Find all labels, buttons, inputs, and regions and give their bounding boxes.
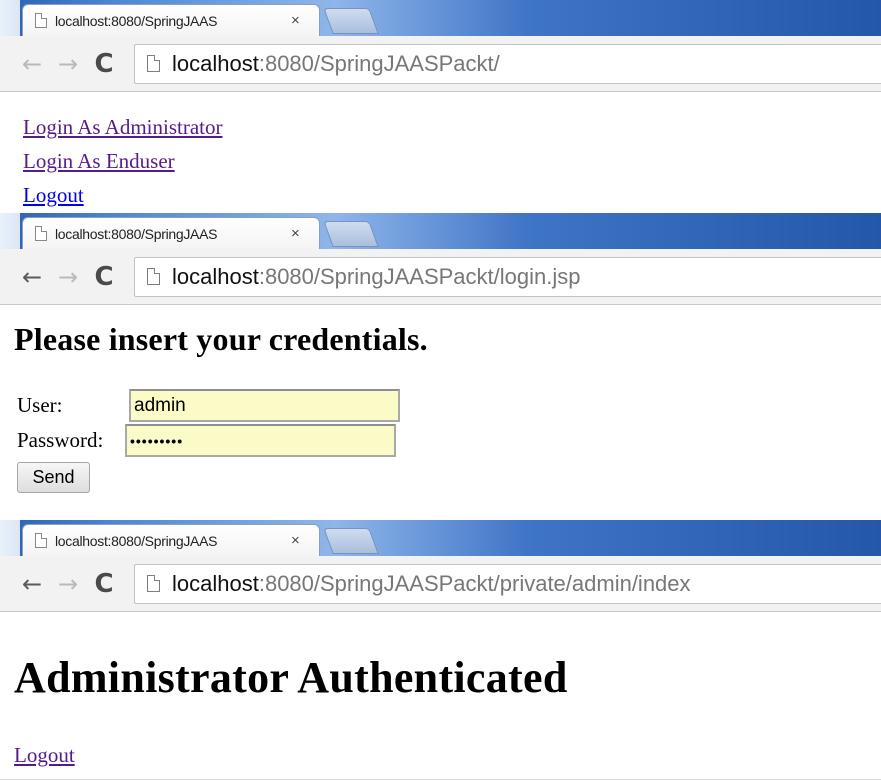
back-arrow-icon[interactable]: ← xyxy=(14,50,50,78)
page-content: Please insert your credentials. User: ad… xyxy=(0,305,881,493)
new-tab-button[interactable] xyxy=(323,221,379,247)
tab-title: localhost:8080/SpringJAAS xyxy=(55,225,218,242)
user-input[interactable]: admin xyxy=(129,389,400,422)
browser-window-admin: localhost:8080/SpringJAAS × ← → C localh… xyxy=(0,520,881,780)
page-content: Administrator Authenticated Logout xyxy=(0,612,881,768)
tab-title: localhost:8080/SpringJAAS xyxy=(55,12,218,29)
logout-link[interactable]: Logout xyxy=(23,178,84,212)
forward-arrow-icon[interactable]: → xyxy=(50,263,86,291)
user-label: User: xyxy=(17,393,63,417)
forward-arrow-icon[interactable]: → xyxy=(50,50,86,78)
login-enduser-link[interactable]: Login As Enduser xyxy=(23,144,175,178)
password-row: Password: ••••••••• xyxy=(14,423,881,458)
page-icon xyxy=(35,533,47,548)
browser-tab[interactable]: localhost:8080/SpringJAAS × xyxy=(22,524,320,556)
tab-close-icon[interactable]: × xyxy=(291,225,300,242)
page-icon xyxy=(147,268,160,285)
page-heading: Administrator Authenticated xyxy=(14,653,568,702)
reload-icon[interactable]: C xyxy=(86,262,122,292)
reload-icon[interactable]: C xyxy=(86,569,122,599)
back-arrow-icon[interactable]: ← xyxy=(14,263,50,291)
browser-toolbar: ← → C localhost:8080/SpringJAASPackt/ xyxy=(0,36,881,92)
user-row: User: admin xyxy=(14,388,881,423)
url-host: localhost xyxy=(172,570,259,596)
send-button[interactable]: Send xyxy=(17,462,90,493)
browser-window-login: localhost:8080/SpringJAAS × ← → C localh… xyxy=(0,213,881,520)
password-label: Password: xyxy=(17,428,104,452)
page-content: Login As Administrator Login As Enduser … xyxy=(0,92,881,212)
address-bar[interactable]: localhost:8080/SpringJAASPackt/ xyxy=(134,43,881,84)
url-path: :8080/SpringJAASPackt/ xyxy=(258,50,500,76)
url-path: :8080/SpringJAASPackt/private/admin/inde… xyxy=(258,570,691,596)
tab-close-icon[interactable]: × xyxy=(291,12,300,29)
forward-arrow-icon[interactable]: → xyxy=(50,570,86,598)
tab-strip: localhost:8080/SpringJAAS × xyxy=(0,0,881,36)
page-icon xyxy=(35,226,47,241)
login-admin-link[interactable]: Login As Administrator xyxy=(23,110,223,144)
browser-tab[interactable]: localhost:8080/SpringJAAS × xyxy=(22,217,320,249)
back-arrow-icon[interactable]: ← xyxy=(14,570,50,598)
new-tab-button[interactable] xyxy=(323,528,379,554)
browser-toolbar: ← → C localhost:8080/SpringJAASPackt/pri… xyxy=(0,556,881,612)
url-host: localhost xyxy=(172,263,259,289)
logout-link[interactable]: Logout xyxy=(14,743,75,767)
new-tab-button[interactable] xyxy=(323,8,379,34)
tab-strip: localhost:8080/SpringJAAS × xyxy=(0,213,881,249)
reload-icon[interactable]: C xyxy=(86,49,122,79)
browser-toolbar: ← → C localhost:8080/SpringJAASPackt/log… xyxy=(0,249,881,305)
tab-strip: localhost:8080/SpringJAAS × xyxy=(0,520,881,556)
address-bar[interactable]: localhost:8080/SpringJAASPackt/private/a… xyxy=(134,563,881,604)
page-icon xyxy=(147,575,160,592)
page-icon xyxy=(35,13,47,28)
tab-title: localhost:8080/SpringJAAS xyxy=(55,532,218,549)
url-host: localhost xyxy=(172,50,259,76)
browser-window-home: localhost:8080/SpringJAAS × ← → C localh… xyxy=(0,0,881,213)
page-heading: Please insert your credentials. xyxy=(14,321,428,357)
tab-close-icon[interactable]: × xyxy=(291,532,300,549)
password-input[interactable]: ••••••••• xyxy=(125,424,396,457)
page-icon xyxy=(147,55,160,72)
url-path: :8080/SpringJAASPackt/login.jsp xyxy=(258,263,581,289)
address-bar[interactable]: localhost:8080/SpringJAASPackt/login.jsp xyxy=(134,256,881,297)
browser-tab[interactable]: localhost:8080/SpringJAAS × xyxy=(22,4,320,36)
